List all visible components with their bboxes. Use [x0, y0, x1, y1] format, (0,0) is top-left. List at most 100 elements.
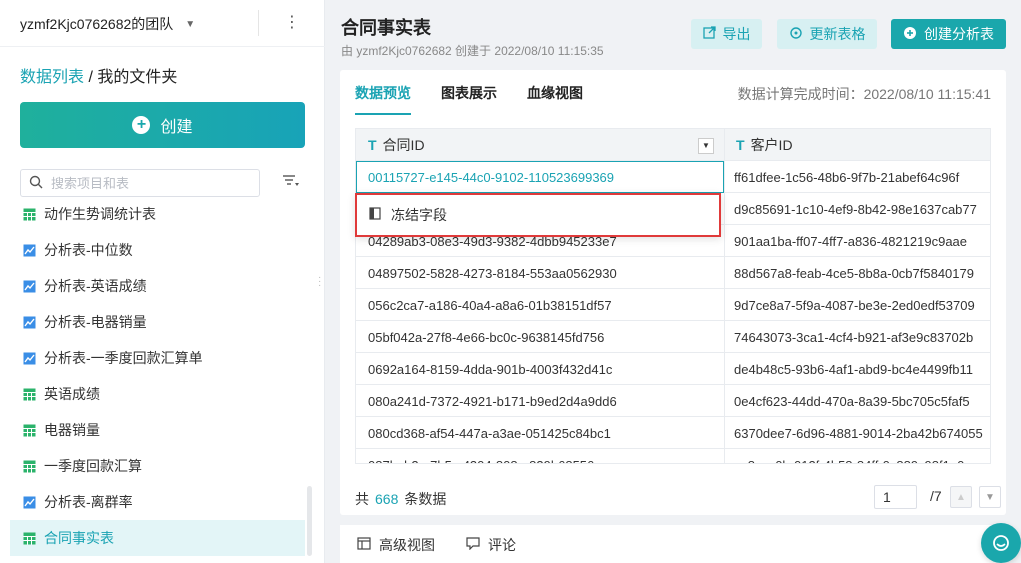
cell-contract-id[interactable]: 087bab2a-7b5c-4304-808a-839b68556cee	[368, 449, 718, 464]
cell-contract-id[interactable]: 00115727-e145-44c0-9102-110523699369	[368, 161, 718, 193]
table-view-icon	[357, 537, 371, 553]
sidebar-item[interactable]: 电器销量	[10, 412, 305, 448]
advanced-view-label: 高级视图	[379, 537, 435, 553]
table-icon	[22, 207, 36, 221]
data-panel: 数据预览 图表展示 血缘视图 数据计算完成时间：2022/08/10 11:15…	[340, 70, 1006, 515]
cell-customer-id[interactable]: 9d7ce8a7-5f9a-4087-be3e-2ed0edf53709	[734, 289, 990, 321]
sidebar-scrollbar[interactable]	[307, 486, 312, 556]
sidebar-item-label: 电器销量	[44, 422, 100, 438]
row-count: 共 668 条数据	[355, 489, 446, 509]
more-options-icon[interactable]: ⋮	[284, 12, 300, 32]
column-header-contract-id[interactable]: T 合同ID	[368, 129, 425, 161]
table-row: 05bf042a-27f8-4e66-bc0c-9638145fd756 7464…	[356, 321, 990, 353]
search-input[interactable]	[51, 175, 251, 191]
table-icon	[22, 387, 36, 401]
refresh-label: 更新表格	[809, 26, 866, 42]
table-row: 080cd368-af54-447a-a3ae-051425c84bc1 6370…	[356, 417, 990, 449]
cell-customer-id[interactable]: ec8cec0b-012f-4b58-84ff-0c889c98f1a0	[734, 449, 990, 464]
sidebar: yzmf2Kjc0762682的团队 ▼ ⋮ 数据列表 / 我的文件夹 + 创建…	[0, 0, 325, 563]
cell-contract-id[interactable]: 0692a164-8159-4dda-901b-4003f432d41c	[368, 353, 718, 385]
table-row: 080a241d-7372-4921-b171-b9ed2d4a9dd6 0e4c…	[356, 385, 990, 417]
row-count-prefix: 共	[355, 491, 369, 507]
column-header-customer-id[interactable]: T 客户ID	[736, 129, 793, 161]
cell-customer-id[interactable]: 0e4cf623-44dd-470a-8a39-5bc705c5faf5	[734, 385, 990, 417]
page-subtitle: 由 yzmf2Kjc0762682 创建于 2022/08/10 11:15:3…	[341, 44, 604, 58]
prev-page-button[interactable]: ▲	[950, 486, 972, 508]
table-row: 056c2ca7-a186-40a4-a8a6-01b38151df57 9d7c…	[356, 289, 990, 321]
page-title: 合同事实表	[341, 18, 431, 38]
cell-contract-id[interactable]: 080cd368-af54-447a-a3ae-051425c84bc1	[368, 417, 718, 449]
row-count-suffix: 条数据	[404, 491, 447, 507]
cell-customer-id[interactable]: 6370dee7-6d96-4881-9014-2ba42b674055	[734, 417, 990, 449]
page-number-input[interactable]: 1	[874, 485, 917, 509]
text-type-icon: T	[368, 137, 377, 153]
export-button[interactable]: 导出	[691, 19, 762, 49]
next-page-button[interactable]: ▼	[979, 486, 1001, 508]
sidebar-item-label: 合同事实表	[44, 530, 114, 546]
table-row: 0692a164-8159-4dda-901b-4003f432d41c de4b…	[356, 353, 990, 385]
sidebar-item[interactable]: 分析表-中位数	[10, 232, 305, 268]
sidebar-item[interactable]: 分析表-电器销量	[10, 304, 305, 340]
sidebar-item-label: 分析表-一季度回款汇算单	[44, 350, 203, 366]
table-row: 04897502-5828-4273-8184-553aa0562930 88d5…	[356, 257, 990, 289]
chart-icon	[22, 243, 36, 257]
tab-chart-display[interactable]: 图表展示	[441, 83, 497, 115]
search-icon	[21, 175, 51, 192]
text-type-icon: T	[736, 137, 745, 153]
breadcrumb-root-link[interactable]: 数据列表	[20, 69, 84, 86]
freeze-column-label: 冻结字段	[391, 207, 447, 223]
cell-contract-id[interactable]: 056c2ca7-a186-40a4-a8a6-01b38151df57	[368, 289, 718, 321]
table-row: 00115727-e145-44c0-9102-110523699369 ff61…	[356, 161, 990, 193]
tab-lineage-view[interactable]: 血缘视图	[527, 83, 583, 115]
table-icon	[22, 459, 36, 473]
create-analysis-button[interactable]: 创建分析表	[891, 19, 1006, 49]
chart-icon	[22, 279, 36, 293]
table-icon	[22, 531, 36, 545]
advanced-view-button[interactable]: 高级视图	[357, 535, 435, 555]
breadcrumb-current: 我的文件夹	[97, 69, 178, 86]
comment-icon	[466, 537, 480, 553]
sidebar-item[interactable]: 一季度回款汇算	[10, 448, 305, 484]
sidebar-item[interactable]: 动作生势调统计表	[10, 204, 305, 232]
filter-sort-icon[interactable]	[282, 174, 300, 191]
cell-contract-id[interactable]: 080a241d-7372-4921-b171-b9ed2d4a9dd6	[368, 385, 718, 417]
sidebar-item[interactable]: 分析表-离群率	[10, 484, 305, 520]
team-selector[interactable]: yzmf2Kjc0762682的团队 ▼	[20, 14, 195, 34]
table-icon	[22, 423, 36, 437]
page-total: /7	[930, 488, 942, 504]
resize-handle-icon[interactable]: · · ·	[318, 273, 321, 291]
plus-icon: +	[132, 116, 151, 134]
sidebar-item[interactable]: 英语成绩	[10, 376, 305, 412]
sidebar-item[interactable]: 分析表-一季度回款汇算单	[10, 340, 305, 376]
caret-down-icon: ▼	[185, 18, 196, 30]
create-button[interactable]: + 创建	[20, 102, 305, 148]
sidebar-item[interactable]: 分析表-英语成绩	[10, 268, 305, 304]
cell-customer-id[interactable]: d9c85691-1c10-4ef9-8b42-98e1637cab77	[734, 193, 990, 225]
support-chat-icon[interactable]	[981, 523, 1021, 563]
tab-data-preview[interactable]: 数据预览	[355, 83, 411, 115]
cell-customer-id[interactable]: de4b48c5-93b6-4af1-abd9-bc4e4499fb11	[734, 353, 990, 385]
divider	[0, 46, 325, 47]
cell-customer-id[interactable]: ff61dfee-1c56-48b6-9f7b-21abef64c96f	[734, 161, 990, 193]
refresh-icon	[789, 26, 803, 43]
sidebar-item-label: 动作生势调统计表	[44, 206, 156, 222]
divider	[258, 10, 259, 36]
freeze-column-menu-item[interactable]: 冻结字段	[355, 193, 721, 237]
cell-contract-id[interactable]: 04897502-5828-4273-8184-553aa0562930	[368, 257, 718, 289]
file-list: 动作生势调统计表分析表-中位数 分析表-英语成绩 分析表-电器销量分析表-一季度回款…	[10, 204, 306, 563]
cell-contract-id[interactable]: 05bf042a-27f8-4e66-bc0c-9638145fd756	[368, 321, 718, 353]
cell-customer-id[interactable]: 74643073-3ca1-4cf4-b921-af3e9c83702b	[734, 321, 990, 353]
refresh-table-button[interactable]: 更新表格	[777, 19, 877, 49]
comment-button[interactable]: 评论	[466, 535, 516, 555]
create-button-label: 创建	[160, 119, 193, 136]
table-header: T 合同ID ▼ T 客户ID	[356, 129, 990, 161]
sidebar-item[interactable]: 合同事实表	[10, 520, 305, 556]
cell-customer-id[interactable]: 901aa1ba-ff07-4ff7-a836-4821219c9aae	[734, 225, 990, 257]
calc-time: 数据计算完成时间：2022/08/10 11:15:41	[737, 86, 991, 102]
cell-customer-id[interactable]: 88d567a8-feab-4ce5-8b8a-0cb7f5840179	[734, 257, 990, 289]
create-analysis-label: 创建分析表	[924, 26, 994, 42]
chart-icon	[22, 495, 36, 509]
column-menu-dropdown-icon[interactable]: ▼	[698, 138, 714, 154]
sidebar-item-label: 一季度回款汇算	[44, 458, 142, 474]
breadcrumb-separator: /	[84, 69, 98, 86]
